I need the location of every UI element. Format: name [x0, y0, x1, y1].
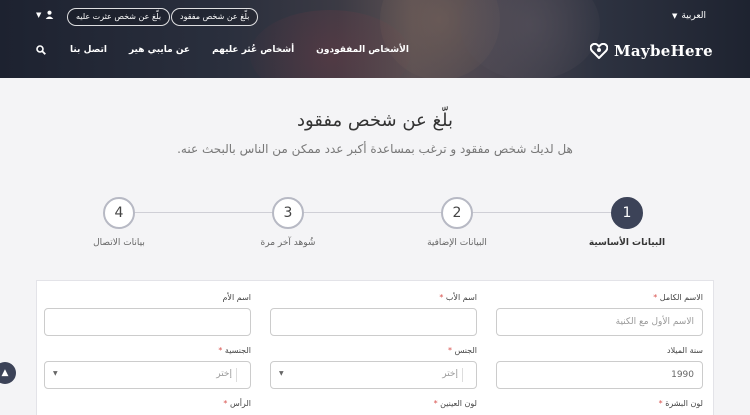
- page-subtitle: هل لديك شخص مفقود و ترغب بمساعدة أكبر عد…: [177, 142, 573, 156]
- gender-label: الجنس *: [448, 346, 477, 355]
- nationality-select[interactable]: إختر ▼: [44, 361, 251, 389]
- basic-info-form: الاسم الكامل * اسم الأب * اسم الأم الاسم…: [36, 280, 714, 415]
- gender-select-value: إختر: [442, 369, 458, 379]
- nav-contact[interactable]: اتصل بنا: [70, 45, 107, 55]
- step-4-circle[interactable]: 4: [103, 197, 135, 229]
- head-label: الرأس *: [223, 399, 251, 408]
- top-bar: ▼ العربية بلّغ عن شخص مفقود بلّغ عن شخص …: [0, 0, 750, 34]
- chevron-down-icon: ▼: [36, 10, 42, 19]
- scroll-up-button[interactable]: ▲: [0, 362, 16, 384]
- eye-color-label: لون العينين *: [433, 399, 477, 408]
- step-3-label: شُوهد آخر مرة: [260, 238, 316, 248]
- father-name-label: اسم الأب *: [439, 293, 477, 302]
- birth-year-input[interactable]: 1990: [496, 361, 703, 389]
- mother-name-label: اسم الأم: [222, 293, 251, 302]
- chevron-up-icon: ▲: [1, 368, 9, 378]
- nav-found-people[interactable]: أشخاص عُثر عليهم: [212, 45, 294, 55]
- father-name-input[interactable]: [270, 308, 477, 336]
- chevron-down-icon: ▼: [279, 370, 284, 377]
- full-name-input[interactable]: الاسم الأول مع الكنية: [496, 308, 703, 336]
- language-label: العربية: [681, 11, 706, 21]
- user-menu[interactable]: ▼: [36, 10, 54, 19]
- page-title: بلّغ عن شخص مفقود: [296, 110, 454, 131]
- gender-select[interactable]: إختر ▼: [270, 361, 477, 389]
- language-selector[interactable]: ▼ العربية: [672, 11, 706, 21]
- step-1-label: البيانات الأساسية: [588, 238, 666, 248]
- step-2-label: البيانات الإضافية: [427, 238, 487, 248]
- logo-text: MaybeHere: [614, 42, 713, 60]
- nav-about[interactable]: عن مايبي هير: [129, 45, 190, 55]
- mother-name-input[interactable]: [44, 308, 251, 336]
- report-found-button[interactable]: بلّغ عن شخص عثرت عليه: [67, 8, 171, 26]
- full-name-label: الاسم الكامل *: [653, 293, 703, 302]
- step-3-circle[interactable]: 3: [272, 197, 304, 229]
- logo[interactable]: MaybeHere: [590, 42, 713, 60]
- nav-missing-people[interactable]: الأشخاص المفقودون: [316, 45, 409, 55]
- birth-year-label: سنة الميلاد: [667, 346, 703, 355]
- search-icon[interactable]: [36, 45, 46, 55]
- heart-logo-icon: [590, 43, 608, 59]
- steps-connector: [130, 212, 630, 213]
- step-4-label: بيانات الاتصال: [93, 238, 145, 248]
- select-divider: [236, 368, 237, 382]
- user-icon: [46, 10, 54, 19]
- select-divider: [462, 368, 463, 382]
- skin-color-label: لون البشرة *: [658, 399, 703, 408]
- step-2-circle[interactable]: 2: [441, 197, 473, 229]
- step-1-circle[interactable]: 1: [611, 197, 643, 229]
- chevron-down-icon: ▼: [53, 370, 58, 377]
- chevron-down-icon: ▼: [672, 12, 678, 20]
- main-nav: اتصل بنا عن مايبي هير أشخاص عُثر عليهم ا…: [0, 34, 750, 70]
- nationality-label: الجنسية *: [218, 346, 251, 355]
- header-banner: ▼ العربية بلّغ عن شخص مفقود بلّغ عن شخص …: [0, 0, 750, 78]
- report-missing-button[interactable]: بلّغ عن شخص مفقود: [171, 8, 259, 26]
- nationality-select-value: إختر: [216, 369, 232, 379]
- nav-links: اتصل بنا عن مايبي هير أشخاص عُثر عليهم ا…: [36, 45, 431, 55]
